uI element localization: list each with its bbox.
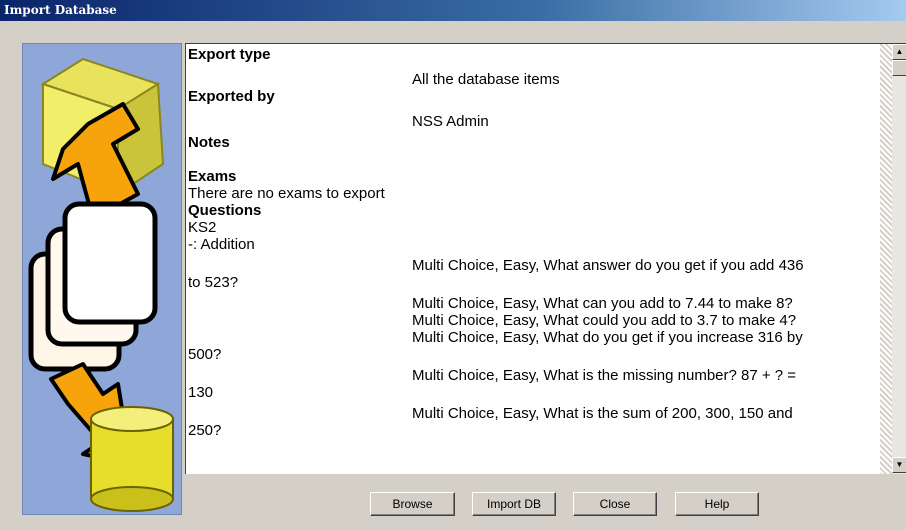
scroll-down-button[interactable]: ▼ (892, 457, 906, 473)
window-title: Import Database (4, 3, 117, 17)
browse-button[interactable]: Browse (370, 492, 455, 516)
close-button[interactable]: Close (573, 492, 657, 516)
question-subgroup: -: Addition (188, 236, 255, 253)
questions-label: Questions (188, 202, 262, 219)
scroll-thumb[interactable] (892, 60, 906, 76)
question-item-wrap: to 523? (188, 274, 239, 291)
exported-by-label: Exported by (188, 88, 275, 105)
import-db-button[interactable]: Import DB (472, 492, 556, 516)
question-item-line: Multi Choice, Easy, What is the missing … (412, 367, 797, 384)
question-item-line: Multi Choice, Easy, What can you add to … (412, 295, 793, 312)
question-item-wrap: 250? (188, 422, 222, 439)
folder-to-database-icon (28, 57, 174, 512)
down-arrow-icon: ▼ (895, 460, 904, 469)
exams-label: Exams (188, 168, 237, 185)
notes-label: Notes (188, 134, 230, 151)
window-title-bar[interactable]: Import Database (0, 0, 906, 21)
exported-by-value: NSS Admin (412, 113, 489, 130)
up-arrow-icon: ▲ (895, 47, 904, 56)
vertical-scrollbar[interactable]: ▲ ▼ (892, 44, 906, 474)
panel-margin (880, 44, 892, 474)
question-item-line: Multi Choice, Easy, What answer do you g… (412, 257, 804, 274)
export-details-panel[interactable]: Export type All the database items Expor… (185, 43, 906, 474)
question-item-line: Multi Choice, Easy, What could you add t… (412, 312, 797, 329)
export-type-label: Export type (188, 46, 271, 63)
question-group: KS2 (188, 219, 217, 236)
question-item-line: Multi Choice, Easy, What do you get if y… (412, 329, 803, 346)
export-details-text[interactable]: Export type All the database items Expor… (186, 44, 880, 474)
import-illustration (22, 43, 182, 515)
scroll-up-button[interactable]: ▲ (892, 44, 906, 60)
help-button[interactable]: Help (675, 492, 759, 516)
question-item-wrap: 130 (188, 384, 214, 401)
question-item-line: Multi Choice, Easy, What is the sum of 2… (412, 405, 793, 422)
exams-value: There are no exams to export (188, 185, 385, 202)
database-icon (90, 406, 174, 512)
question-item-wrap: 500? (188, 346, 222, 363)
documents-icon (28, 201, 158, 372)
export-type-value: All the database items (412, 71, 560, 88)
